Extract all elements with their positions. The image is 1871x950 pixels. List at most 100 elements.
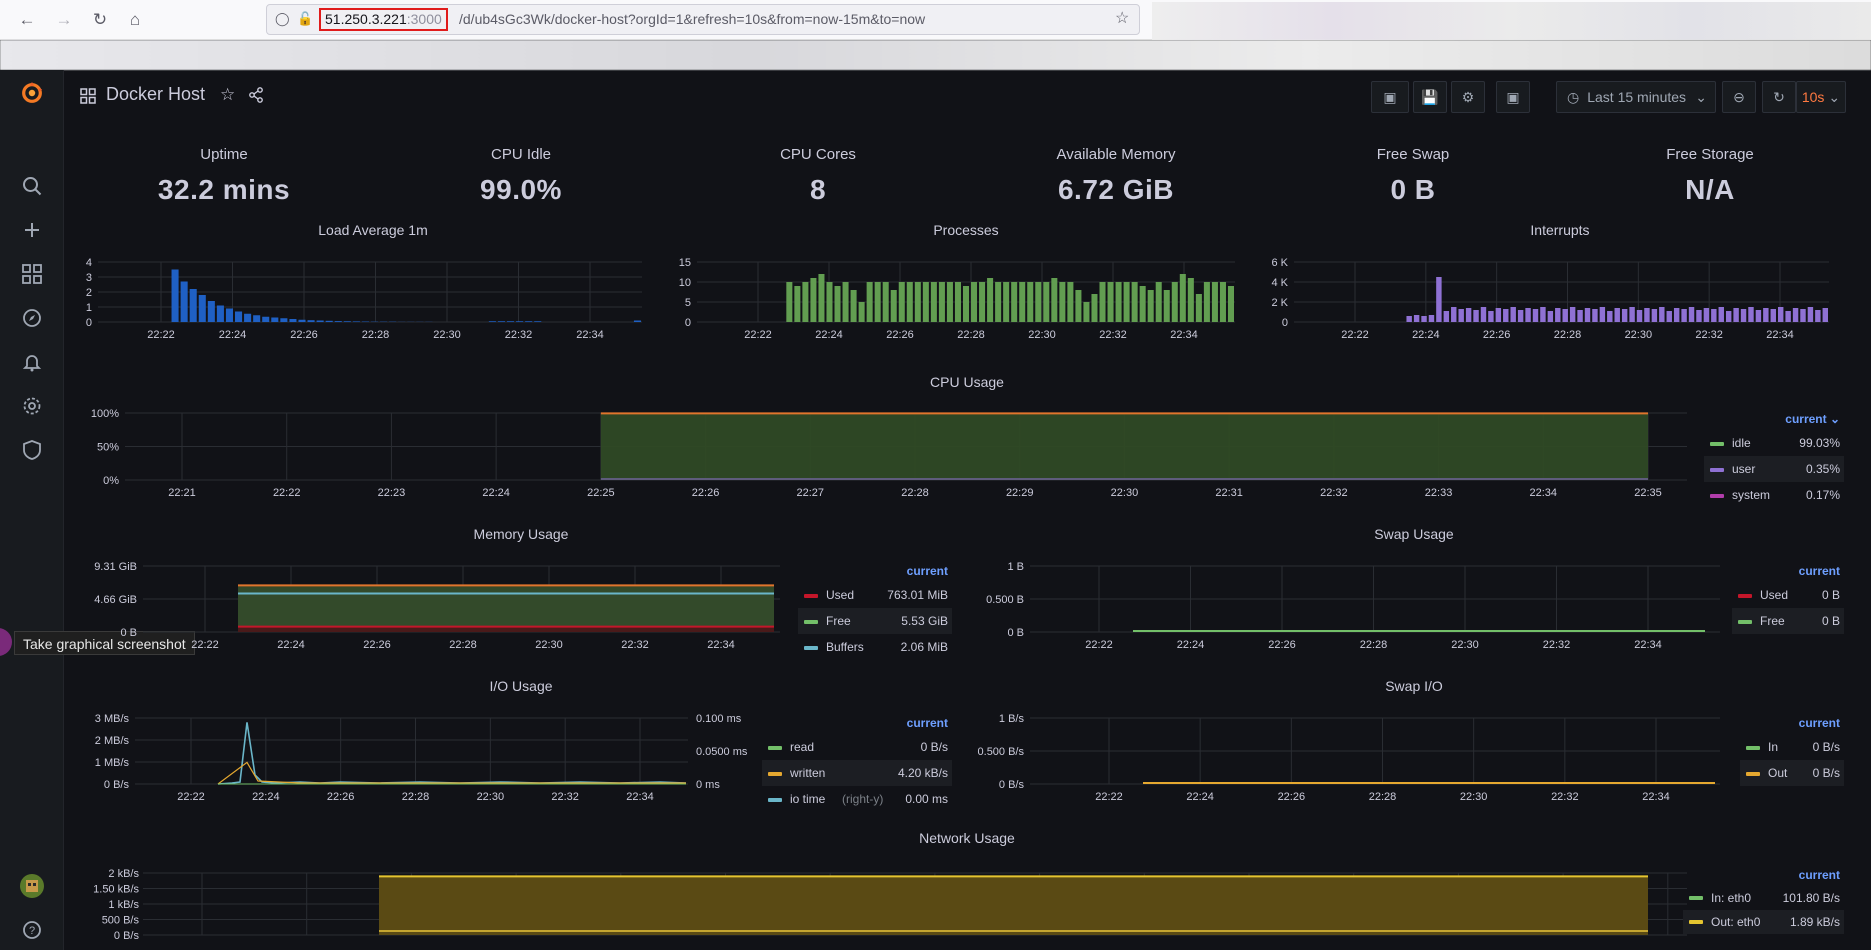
help-icon[interactable]: ? bbox=[20, 918, 44, 942]
x-tick-label: 22:30 bbox=[1625, 329, 1653, 341]
legend-item[interactable]: Out: eth0 1.89 kB/s bbox=[1683, 910, 1844, 934]
save-dashboard-button[interactable]: 💾 bbox=[1413, 81, 1447, 113]
legend-sort-header[interactable]: current bbox=[1683, 864, 1844, 886]
stat-title[interactable]: Available Memory bbox=[986, 146, 1246, 163]
legend-swatch bbox=[1689, 920, 1703, 924]
panel-title-io[interactable]: I/O Usage bbox=[321, 678, 721, 694]
back-icon[interactable]: ← bbox=[16, 9, 38, 31]
legend-name: Buffers bbox=[826, 640, 864, 654]
search-icon[interactable] bbox=[20, 174, 44, 198]
dashboards-grid-icon[interactable] bbox=[80, 88, 96, 109]
refresh-button[interactable]: ↻ bbox=[1762, 81, 1796, 113]
legend-item[interactable]: io time (right-y) 0.00 ms bbox=[762, 786, 952, 812]
legend-name: In bbox=[1768, 740, 1779, 754]
x-tick-label: 22:34 bbox=[576, 329, 604, 341]
forward-icon[interactable]: → bbox=[53, 9, 75, 31]
chevron-down-icon: ⌄ bbox=[1695, 88, 1707, 105]
bar bbox=[906, 282, 913, 322]
time-picker-button[interactable]: ◷ Last 15 minutes ⌄ bbox=[1556, 81, 1716, 113]
legend-item[interactable]: Used 763.01 MiB bbox=[798, 582, 952, 608]
panel-title-processes[interactable]: Processes bbox=[766, 222, 1166, 238]
panel-title-swap[interactable]: Swap Usage bbox=[1214, 526, 1614, 542]
legend-item[interactable]: In: eth0 101.80 B/s bbox=[1683, 886, 1844, 910]
y-tick-label: 0 B/s bbox=[114, 930, 140, 942]
x-tick-label: 22:28 bbox=[901, 487, 929, 499]
legend-item[interactable]: Free 0 B bbox=[1732, 608, 1844, 634]
star-icon[interactable]: ☆ bbox=[220, 85, 235, 105]
legend-name: Free bbox=[1760, 614, 1785, 628]
bar bbox=[1107, 282, 1114, 322]
user-avatar[interactable] bbox=[20, 874, 44, 898]
cycle-view-mode-button[interactable]: ▣ bbox=[1496, 81, 1530, 113]
dashboards-icon[interactable] bbox=[20, 262, 44, 286]
legend-item[interactable]: In 0 B/s bbox=[1740, 734, 1844, 760]
x-tick-label: 22:34 bbox=[707, 639, 735, 651]
grafana-logo-icon[interactable] bbox=[20, 81, 44, 105]
bar bbox=[1614, 308, 1620, 322]
legend-axis-suffix: (right-y) bbox=[842, 792, 884, 806]
stat-title[interactable]: Uptime bbox=[94, 146, 354, 163]
legend-swatch bbox=[1689, 896, 1703, 900]
legend-item[interactable]: Buffers 2.06 MiB bbox=[798, 634, 952, 660]
stat-title[interactable]: Free Storage bbox=[1580, 146, 1840, 163]
legend-sort-header[interactable]: current bbox=[1732, 560, 1844, 582]
reload-icon[interactable]: ↻ bbox=[89, 9, 111, 31]
shield-icon[interactable]: ◯ bbox=[275, 11, 291, 27]
panel-title-swapio[interactable]: Swap I/O bbox=[1214, 678, 1614, 694]
monitor-icon: ▣ bbox=[1506, 88, 1520, 105]
home-icon[interactable]: ⌂ bbox=[124, 9, 146, 31]
configuration-gear-icon[interactable] bbox=[20, 394, 44, 418]
x-tick-label: 22:30 bbox=[433, 329, 461, 341]
browser-toolbar: ← → ↻ ⌂ ◯ 🔓 51.250.3.221:3000 /d/ub4sGc3… bbox=[0, 0, 1871, 40]
stat-title[interactable]: Free Swap bbox=[1283, 146, 1543, 163]
panel-title-interrupts[interactable]: Interrupts bbox=[1360, 222, 1760, 238]
bookmark-star-icon[interactable]: ☆ bbox=[1115, 11, 1131, 27]
bar bbox=[1503, 309, 1509, 322]
zoom-out-button[interactable]: ⊖ bbox=[1722, 81, 1756, 113]
legend-item[interactable]: read 0 B/s bbox=[762, 734, 952, 760]
bar bbox=[1043, 282, 1050, 322]
y-tick-label: 6 K bbox=[1271, 257, 1288, 269]
panel-title-load[interactable]: Load Average 1m bbox=[173, 222, 573, 238]
dashboard-title[interactable]: Docker Host bbox=[106, 84, 205, 105]
panel-title-network[interactable]: Network Usage bbox=[767, 830, 1167, 846]
legend-cpu: current ⌄ idle 99.03% user 0.35% system 0.17% bbox=[1704, 408, 1844, 508]
url-bar[interactable]: ◯ 🔓 51.250.3.221:3000 /d/ub4sGc3Wk/docke… bbox=[266, 4, 1140, 35]
server-admin-shield-icon[interactable] bbox=[20, 438, 44, 462]
legend-sort-header[interactable]: current bbox=[798, 560, 952, 582]
legend-item[interactable]: written 4.20 kB/s bbox=[762, 760, 952, 786]
x-tick-label: 22:24 bbox=[1412, 329, 1440, 341]
bar bbox=[1091, 294, 1098, 322]
alerting-bell-icon[interactable] bbox=[20, 350, 44, 374]
panel-title-cpu[interactable]: CPU Usage bbox=[767, 374, 1167, 390]
panel-title-memory[interactable]: Memory Usage bbox=[321, 526, 721, 542]
y-tick-label: 0 B/s bbox=[104, 779, 130, 791]
legend-item[interactable]: Out 0 B/s bbox=[1740, 760, 1844, 786]
stat-title[interactable]: CPU Cores bbox=[688, 146, 948, 163]
legend-item[interactable]: idle 99.03% bbox=[1704, 430, 1844, 456]
legend-sort-header[interactable]: current bbox=[762, 712, 952, 734]
legend-sort-header[interactable]: current ⌄ bbox=[1704, 408, 1844, 430]
explore-compass-icon[interactable] bbox=[20, 306, 44, 330]
legend-sort-header[interactable]: current bbox=[1740, 712, 1844, 734]
bar bbox=[207, 301, 215, 322]
y2-tick-label: 0 ms bbox=[696, 779, 720, 791]
legend-item[interactable]: system 0.17% bbox=[1704, 482, 1844, 508]
stat-title[interactable]: CPU Idle bbox=[391, 146, 651, 163]
x-tick-label: 22:28 bbox=[957, 329, 985, 341]
refresh-interval-picker[interactable]: 10s ⌄ bbox=[1796, 81, 1846, 113]
dashboard-settings-button[interactable]: ⚙ bbox=[1451, 81, 1485, 113]
legend-name: io time bbox=[790, 792, 826, 806]
y-tick-label: 9.31 GiB bbox=[94, 561, 137, 573]
plus-icon[interactable] bbox=[20, 218, 44, 242]
add-panel-button[interactable]: ▣ bbox=[1371, 81, 1409, 113]
network-out-area bbox=[379, 876, 1648, 935]
share-icon[interactable] bbox=[248, 87, 264, 108]
legend-item[interactable]: Free 5.53 GiB bbox=[798, 608, 952, 634]
legend-item[interactable]: Used 0 B bbox=[1732, 582, 1844, 608]
insecure-lock-icon[interactable]: 🔓 bbox=[297, 11, 313, 27]
bar bbox=[922, 282, 929, 322]
bar bbox=[262, 316, 270, 322]
x-tick-label: 22:32 bbox=[621, 639, 649, 651]
legend-item[interactable]: user 0.35% bbox=[1704, 456, 1844, 482]
